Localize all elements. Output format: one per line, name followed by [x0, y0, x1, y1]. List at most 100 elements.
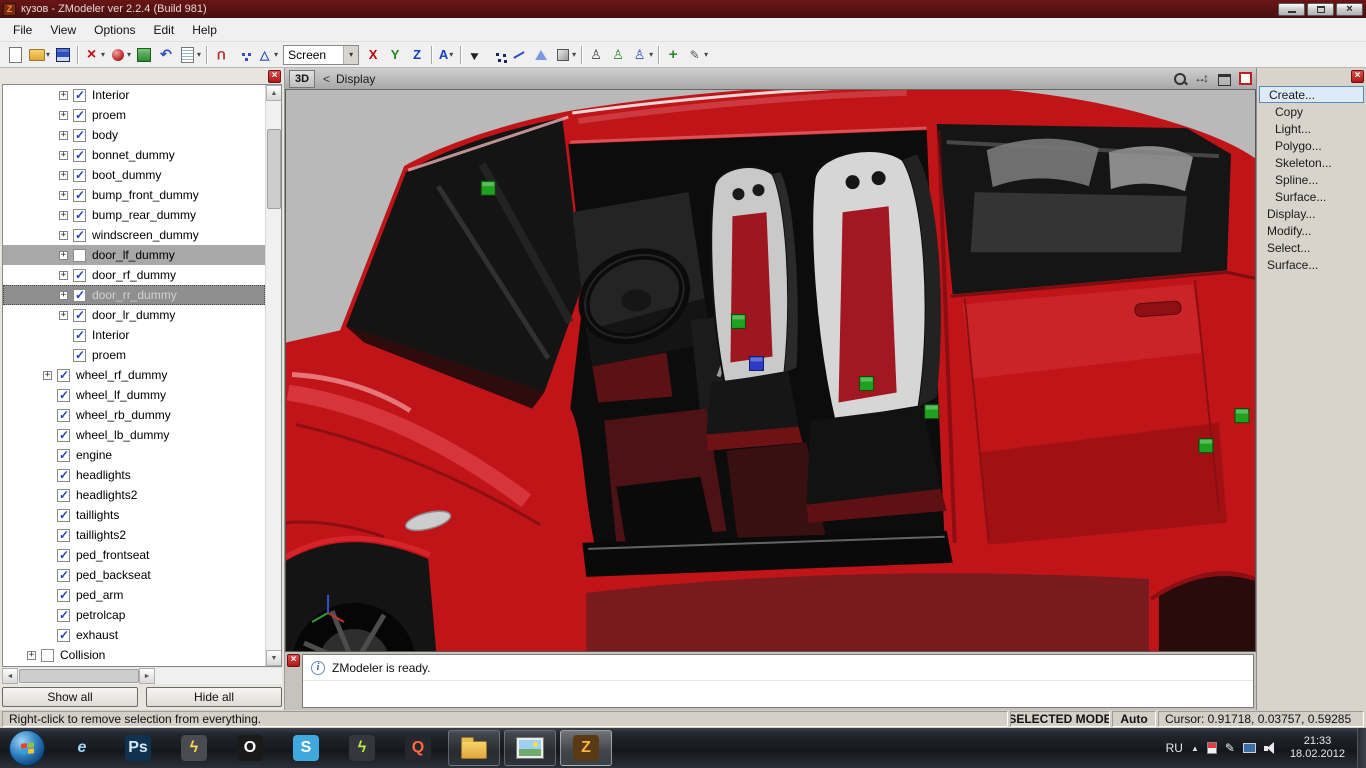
maximize-button[interactable]	[1307, 3, 1334, 16]
tree-row[interactable]: petrolcap	[3, 605, 265, 625]
3d-canvas[interactable]	[285, 90, 1256, 652]
expand-toggle-icon[interactable]: +	[59, 231, 68, 240]
chevron-down-icon[interactable]: ▾	[343, 46, 358, 64]
scroll-left-icon[interactable]: ◄	[2, 668, 18, 684]
menu-item-copy[interactable]: Copy	[1259, 103, 1364, 120]
view-name-label[interactable]: Display	[336, 72, 375, 86]
toolbar-import-package-button[interactable]	[133, 44, 155, 66]
toolbar-snap-magnet-button[interactable]	[210, 44, 232, 66]
clock[interactable]: 21:33 18.02.2012	[1286, 735, 1349, 761]
minimize-button[interactable]	[1278, 3, 1305, 16]
visibility-checkbox[interactable]	[73, 249, 86, 262]
visibility-checkbox[interactable]	[57, 629, 70, 642]
tree-row[interactable]: ped_arm	[3, 585, 265, 605]
toolbar-select-arrow-button[interactable]	[464, 44, 486, 66]
menu-item-surface[interactable]: Surface...	[1259, 188, 1364, 205]
visibility-checkbox[interactable]	[73, 129, 86, 142]
visibility-checkbox[interactable]	[57, 369, 70, 382]
tree-row[interactable]: + proem	[3, 105, 265, 125]
pan-icon[interactable]	[1193, 71, 1211, 87]
menu-view[interactable]: View	[41, 20, 85, 40]
tree-row[interactable]: headlights2	[3, 485, 265, 505]
toolbar-level-objects-button[interactable]: ▾	[552, 44, 578, 66]
toolbar-axis-x-button[interactable]: X	[362, 44, 384, 66]
tree-row[interactable]: + bump_front_dummy	[3, 185, 265, 205]
tree-row[interactable]: wheel_lf_dummy	[3, 385, 265, 405]
taskbar-internet-explorer[interactable]: e	[56, 730, 108, 766]
expand-toggle-icon[interactable]: +	[43, 371, 52, 380]
chevron-down-icon[interactable]: ▾	[572, 50, 576, 59]
visibility-checkbox[interactable]	[73, 329, 86, 342]
visibility-checkbox[interactable]	[73, 269, 86, 282]
expand-toggle-icon[interactable]: +	[59, 131, 68, 140]
taskbar-zmodeler[interactable]: Z	[560, 730, 612, 766]
menu-item-skeleton[interactable]: Skeleton...	[1259, 154, 1364, 171]
scroll-up-icon[interactable]: ▲	[266, 85, 282, 101]
chevron-down-icon[interactable]: ▾	[127, 50, 131, 59]
visibility-checkbox[interactable]	[73, 349, 86, 362]
tree-row[interactable]: Interior	[3, 325, 265, 345]
toolbar-level-polygons-button[interactable]	[530, 44, 552, 66]
tray-pen-icon[interactable]: ✎	[1225, 741, 1235, 755]
volume-icon[interactable]	[1264, 741, 1278, 755]
toolbar-bone-move-button[interactable]	[607, 44, 629, 66]
menu-edit[interactable]: Edit	[145, 20, 184, 40]
tree-row[interactable]: + bump_rear_dummy	[3, 205, 265, 225]
visibility-checkbox[interactable]	[57, 429, 70, 442]
close-button[interactable]: ×	[1336, 3, 1363, 16]
menu-file[interactable]: File	[4, 20, 41, 40]
expand-toggle-icon[interactable]: +	[27, 651, 36, 660]
tree-row[interactable]: + Interior	[3, 85, 265, 105]
chevron-down-icon[interactable]: ▾	[46, 50, 50, 59]
tree-row[interactable]: exhaust	[3, 625, 265, 645]
view-mode-button[interactable]: 3D	[289, 70, 315, 88]
tree-row[interactable]: taillights2	[3, 525, 265, 545]
toolbar-level-vertices-button[interactable]	[486, 44, 508, 66]
toolbar-axis-a-button[interactable]: A▾	[435, 44, 457, 66]
menu-item-select[interactable]: Select...	[1259, 239, 1364, 256]
chevron-down-icon[interactable]: ▾	[704, 50, 708, 59]
hscroll-thumb[interactable]	[19, 669, 139, 683]
visibility-checkbox[interactable]	[73, 149, 86, 162]
visibility-checkbox[interactable]	[73, 309, 86, 322]
taskbar-opera[interactable]: O	[224, 730, 276, 766]
chevron-down-icon[interactable]: ▾	[197, 50, 201, 59]
view-back-arrow[interactable]: <	[323, 72, 330, 86]
tree-row[interactable]: + body	[3, 125, 265, 145]
maximize-view-icon[interactable]	[1215, 71, 1233, 87]
visibility-checkbox[interactable]	[57, 529, 70, 542]
taskbar-photo-viewer[interactable]	[504, 730, 556, 766]
hidden-icons-arrow[interactable]: ▲	[1191, 744, 1199, 753]
visibility-checkbox[interactable]	[57, 609, 70, 622]
tree-row[interactable]: + door_lr_dummy	[3, 305, 265, 325]
chevron-down-icon[interactable]: ▾	[449, 50, 453, 59]
toolbar-skin-paint-button[interactable]: ▾	[684, 44, 710, 66]
visibility-checkbox[interactable]	[73, 89, 86, 102]
tree-row[interactable]: + bonnet_dummy	[3, 145, 265, 165]
title-bar[interactable]: Z кузов - ZModeler ver 2.2.4 (Build 981)…	[0, 0, 1366, 18]
menu-item-light[interactable]: Light...	[1259, 120, 1364, 137]
start-button[interactable]	[9, 730, 45, 766]
zoom-icon[interactable]	[1171, 71, 1189, 87]
active-viewport-icon[interactable]	[1239, 72, 1252, 85]
expand-toggle-icon[interactable]: +	[59, 311, 68, 320]
expand-toggle-icon[interactable]: +	[59, 211, 68, 220]
expand-toggle-icon[interactable]: +	[59, 91, 68, 100]
tree-row[interactable]: + wheel_rf_dummy	[3, 365, 265, 385]
commands-close-button[interactable]: ×	[1351, 70, 1364, 83]
tree-row[interactable]: engine	[3, 445, 265, 465]
show-desktop-button[interactable]	[1357, 728, 1366, 768]
visibility-checkbox[interactable]	[73, 109, 86, 122]
show-all-button[interactable]: Show all	[2, 687, 138, 707]
menu-item-display[interactable]: Display...	[1259, 205, 1364, 222]
visibility-checkbox[interactable]	[57, 469, 70, 482]
toolbar-material-sphere-button[interactable]: ▾	[107, 44, 133, 66]
menu-item-polygo[interactable]: Polygo...	[1259, 137, 1364, 154]
visibility-checkbox[interactable]	[73, 189, 86, 202]
tree-row[interactable]: + Collision	[3, 645, 265, 665]
tree-vertical-scrollbar[interactable]: ▲ ▼	[265, 85, 281, 666]
menu-options[interactable]: Options	[85, 20, 144, 40]
taskbar-photoshop[interactable]: Ps	[112, 730, 164, 766]
toolbar-vertex-tool-button[interactable]	[232, 44, 254, 66]
taskbar-qip[interactable]: Q	[392, 730, 444, 766]
